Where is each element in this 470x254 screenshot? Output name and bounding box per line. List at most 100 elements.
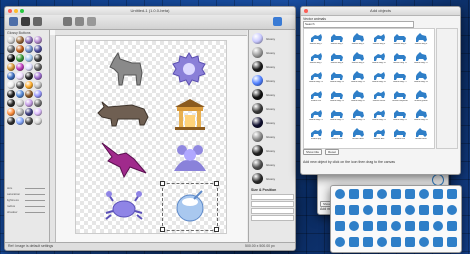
- swatch-button[interactable]: [34, 63, 42, 71]
- animal-cat-icon[interactable]: animal cat: [390, 126, 410, 144]
- animal-dog-19-icon[interactable]: animal dog 19: [327, 88, 347, 106]
- swatch-button[interactable]: [16, 117, 24, 125]
- icon-set-item[interactable]: [335, 221, 345, 231]
- animal-elephant-icon[interactable]: animal elephant: [390, 88, 410, 106]
- swatch-button[interactable]: [25, 54, 33, 62]
- swatch-button[interactable]: [34, 99, 42, 107]
- animal-dog-9-icon[interactable]: animal dog 9: [348, 50, 368, 68]
- swatch-button[interactable]: [7, 81, 15, 89]
- style-preset-button[interactable]: [252, 103, 263, 114]
- animal-dog-3-icon[interactable]: animal dog 3: [348, 31, 368, 49]
- animal-dog-22-icon[interactable]: animal dog 22: [327, 107, 347, 125]
- animal-dog-18-icon[interactable]: animal dog 18: [411, 69, 431, 87]
- swatch-button[interactable]: [16, 99, 24, 107]
- slider-track[interactable]: [25, 206, 45, 207]
- animal-dog-20-icon[interactable]: animal dog 20: [348, 88, 368, 106]
- style-preset-button[interactable]: [252, 61, 263, 72]
- swatch-button[interactable]: [7, 54, 15, 62]
- animal-dog-7-icon[interactable]: animal dog 7: [306, 50, 326, 68]
- animal-dog-1-icon[interactable]: animal dog 1: [306, 31, 326, 49]
- icon-set-item[interactable]: [419, 221, 429, 231]
- swatch-button[interactable]: [34, 54, 42, 62]
- animal-dog-2-icon[interactable]: animal dog 2: [327, 31, 347, 49]
- goat-object[interactable]: [106, 51, 146, 89]
- inspector-field-h[interactable]: [251, 215, 294, 221]
- swatch-button[interactable]: [25, 72, 33, 80]
- style-preset-button[interactable]: [252, 131, 263, 142]
- icon-set-item[interactable]: [433, 221, 443, 231]
- swatch-button[interactable]: [16, 54, 24, 62]
- group-button[interactable]: [87, 17, 96, 26]
- swatch-button[interactable]: [7, 36, 15, 44]
- swatch-button[interactable]: [16, 81, 24, 89]
- animal-dog-26-icon[interactable]: animal dog 26: [411, 107, 431, 125]
- inspector-field-x[interactable]: [251, 194, 294, 200]
- style-preset-button[interactable]: [252, 145, 263, 156]
- animal-dog-5-icon[interactable]: animal dog 5: [390, 31, 410, 49]
- animal-dog-8-icon[interactable]: animal dog 8: [327, 50, 347, 68]
- animal-cow-icon[interactable]: animal cow: [327, 126, 347, 144]
- icon-set-item[interactable]: [391, 189, 401, 199]
- swatch-button[interactable]: [7, 63, 15, 71]
- icon-set-item[interactable]: [391, 221, 401, 231]
- icon-set-item[interactable]: [335, 205, 345, 215]
- slider-track[interactable]: [25, 188, 45, 189]
- resize-handle[interactable]: [160, 181, 165, 186]
- animal-dog-17-icon[interactable]: animal dog 17: [390, 69, 410, 87]
- reset-button[interactable]: Reset: [325, 149, 339, 155]
- swatch-button[interactable]: [25, 81, 33, 89]
- icon-set-item[interactable]: [363, 221, 373, 231]
- slider-track[interactable]: [25, 194, 45, 195]
- animal-dog-13-icon[interactable]: animal dog 13: [306, 69, 326, 87]
- icon-set-item[interactable]: [391, 205, 401, 215]
- swatch-button[interactable]: [16, 90, 24, 98]
- undo-button[interactable]: [9, 17, 18, 26]
- resize-handle[interactable]: [160, 227, 165, 232]
- swatch-button[interactable]: [34, 72, 42, 80]
- swatch-button[interactable]: [25, 63, 33, 71]
- resize-handle[interactable]: [214, 181, 219, 186]
- inspector-field-y[interactable]: [251, 201, 294, 207]
- animal-dog-21-icon[interactable]: animal dog 21: [306, 107, 326, 125]
- icon-set-item[interactable]: [363, 205, 373, 215]
- animal-horse-icon[interactable]: animal horse: [369, 88, 389, 106]
- swatch-button[interactable]: [25, 117, 33, 125]
- selection-box[interactable]: [162, 183, 218, 231]
- copy-button[interactable]: [33, 17, 42, 26]
- icon-set-item[interactable]: [419, 205, 429, 215]
- icon-set-item[interactable]: [335, 189, 345, 199]
- swatch-button[interactable]: [34, 45, 42, 53]
- animal-dog-16-icon[interactable]: animal dog 16: [369, 69, 389, 87]
- slider-track[interactable]: [25, 200, 45, 201]
- icon-set-item[interactable]: [377, 189, 387, 199]
- paste-button[interactable]: [63, 17, 72, 26]
- style-preset-button[interactable]: [252, 33, 263, 44]
- style-preset-button[interactable]: [252, 173, 263, 184]
- swatch-button[interactable]: [16, 45, 24, 53]
- icon-set-item[interactable]: [433, 237, 443, 247]
- icon-set-item[interactable]: [405, 189, 415, 199]
- icon-set-item[interactable]: [363, 237, 373, 247]
- icon-set-item[interactable]: [391, 237, 401, 247]
- rhino-object[interactable]: [94, 99, 152, 129]
- swatch-button[interactable]: [34, 36, 42, 44]
- delete-button[interactable]: [75, 17, 84, 26]
- animal-dog-23-icon[interactable]: animal dog 23: [348, 107, 368, 125]
- icon-set-item[interactable]: [405, 237, 415, 247]
- icon-set-item[interactable]: [419, 189, 429, 199]
- icon-set-item[interactable]: [405, 205, 415, 215]
- icon-set-item[interactable]: [349, 189, 359, 199]
- swatch-button[interactable]: [34, 108, 42, 116]
- animal-dog-24-icon[interactable]: animal dog 24: [369, 107, 389, 125]
- gear-object[interactable]: [171, 51, 207, 87]
- animal-cat-icon[interactable]: animal cat: [306, 88, 326, 106]
- icon-set-item[interactable]: [447, 237, 457, 247]
- animal-dog-25-icon[interactable]: animal dog 25: [390, 107, 410, 125]
- icon-set-item[interactable]: [349, 221, 359, 231]
- style-preset-button[interactable]: [252, 75, 263, 86]
- swatch-button[interactable]: [34, 81, 42, 89]
- animal-dog-4-icon[interactable]: animal dog 4: [369, 31, 389, 49]
- add-objects-titlebar[interactable]: Add objects: [301, 7, 460, 16]
- animal-dog-15-icon[interactable]: animal dog 15: [348, 69, 368, 87]
- swatch-button[interactable]: [25, 99, 33, 107]
